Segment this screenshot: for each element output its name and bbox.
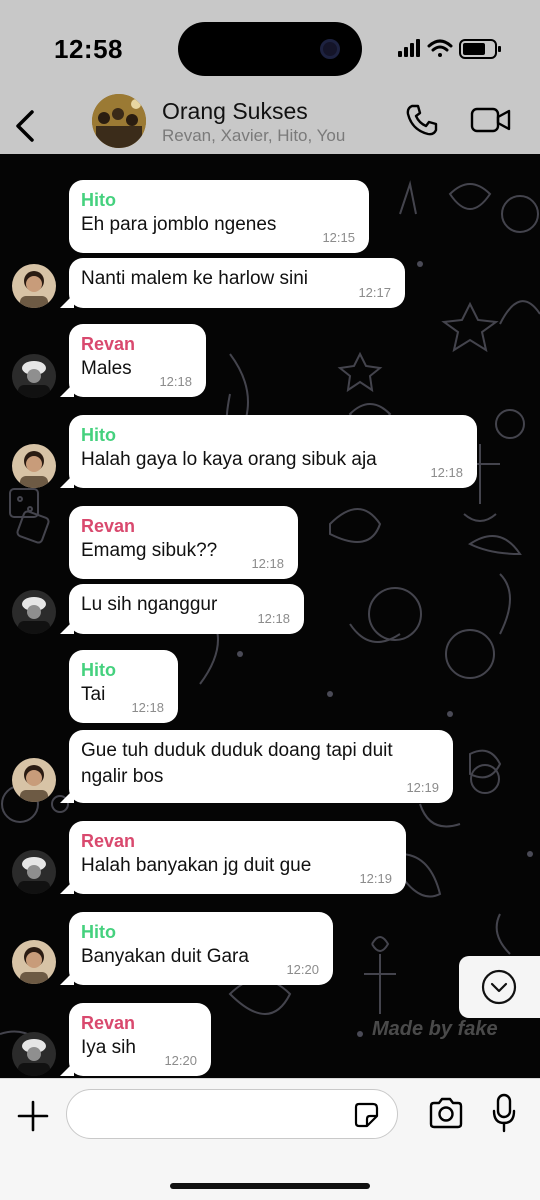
avatar-revan[interactable] [12,590,56,634]
video-camera-icon[interactable] [470,104,512,136]
sender-name: Revan [81,516,136,536]
message-bubble[interactable]: Gue tuh duduk duduk doang tapi duit ngal… [60,730,453,803]
sender-name: Revan [81,334,136,354]
message-time: 12:18 [131,700,164,715]
sender-name: Revan [81,831,136,851]
input-bar [0,1078,540,1200]
message-text: Halah gaya lo kaya orang sibuk aja [81,449,377,470]
message-bubble[interactable]: Lu sih nganggur 12:18 [60,584,304,634]
sender-name: Revan [81,1013,136,1033]
message-time: 12:18 [257,611,290,626]
message-time: 12:18 [430,465,463,480]
sender-name: Hito [81,425,116,445]
dynamic-island [178,22,362,76]
message-bubble[interactable]: Hito Eh para jomblo ngenes 12:15 [69,180,369,253]
camera-icon[interactable] [428,1097,464,1129]
message-bubble[interactable]: Hito Banyakan duit Gara 12:20 [60,912,333,985]
group-avatar[interactable] [92,94,146,148]
message-time: 12:20 [286,962,319,977]
watermark: Made by fake [372,1018,498,1040]
message-time: 12:18 [159,374,192,389]
chat-title[interactable]: Orang Sukses [162,98,308,125]
status-time: 12:58 [54,34,123,64]
message-bubble[interactable]: Hito Halah gaya lo kaya orang sibuk aja … [60,415,477,488]
camera-dot [320,39,340,59]
signal-icon [398,39,420,57]
avatar-hito[interactable] [12,758,56,802]
chat-area[interactable]: Hito Eh para jomblo ngenes 12:15 Nanti m… [0,154,540,1078]
message-bubble[interactable]: Revan Emamg sibuk?? 12:18 [69,506,298,579]
message-time: 12:18 [251,556,284,571]
battery-icon [459,39,501,59]
message-text: Gue tuh duduk duduk doang tapi duit ngal… [81,740,393,787]
back-chevron-icon[interactable] [10,104,40,148]
sender-name: Hito [81,660,116,680]
phone-icon[interactable] [404,102,440,138]
message-time: 12:15 [322,230,355,245]
plus-icon[interactable] [16,1099,50,1133]
chevron-down-circle-icon [481,969,517,1005]
avatar-revan[interactable] [12,1032,56,1076]
message-bubble[interactable]: Revan Iya sih 12:20 [60,1003,211,1076]
avatar-hito[interactable] [12,940,56,984]
message-time: 12:20 [164,1053,197,1068]
message-text: Eh para jomblo ngenes [81,214,277,235]
status-bar: 12:58 [0,0,540,96]
message-input[interactable] [66,1089,398,1139]
message-text: Banyakan duit Gara [81,946,249,967]
avatar-revan[interactable] [12,850,56,894]
sticker-icon[interactable] [352,1101,380,1129]
message-time: 12:19 [359,871,392,886]
message-bubble[interactable]: Revan Halah banyakan jg duit gue 12:19 [60,821,406,894]
message-text: Nanti malem ke harlow sini [81,268,309,289]
message-bubble[interactable]: Hito Tai 12:18 [69,650,178,723]
microphone-icon[interactable] [492,1093,516,1133]
wifi-icon [427,39,453,57]
message-text: Halah banyakan jg duit gue [81,855,312,876]
message-bubble[interactable]: Revan Males 12:18 [60,324,206,397]
avatar-revan[interactable] [12,354,56,398]
chat-members: Revan, Xavier, Hito, You [162,126,346,145]
avatar-hito[interactable] [12,444,56,488]
message-bubble[interactable]: Nanti malem ke harlow sini 12:17 [60,258,405,308]
sender-name: Hito [81,922,116,942]
home-indicator [170,1183,370,1189]
scroll-to-bottom-button[interactable] [459,956,540,1018]
chat-header: Orang Sukses Revan, Xavier, Hito, You [0,94,540,154]
status-icons [398,39,501,59]
avatar-hito[interactable] [12,264,56,308]
sender-name: Hito [81,190,116,210]
message-time: 12:19 [406,780,439,795]
message-time: 12:17 [358,285,391,300]
